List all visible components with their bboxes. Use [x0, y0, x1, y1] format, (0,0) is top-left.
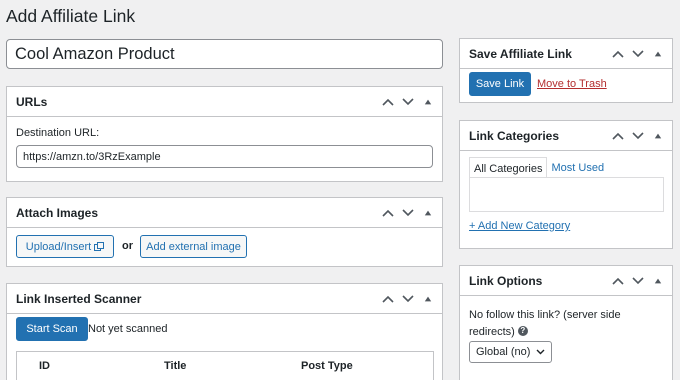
link-scanner-title: Link Inserted Scanner	[16, 292, 142, 306]
move-up-icon[interactable]	[608, 273, 628, 289]
column-post-type: Post Type	[301, 360, 353, 372]
save-link-header: Save Affiliate Link	[460, 39, 672, 69]
destination-url-label: Destination URL:	[16, 127, 100, 139]
link-title-input[interactable]	[6, 39, 443, 69]
start-scan-button[interactable]: Start Scan	[16, 317, 88, 341]
nofollow-selected-value: Global (no)	[476, 346, 531, 358]
link-options-box: Link Options No follow this link? (serve…	[459, 265, 673, 380]
or-separator: or	[122, 240, 133, 252]
move-down-icon[interactable]	[398, 205, 418, 221]
toggle-panel-icon[interactable]	[418, 94, 438, 110]
save-link-button[interactable]: Save Link	[469, 72, 531, 96]
move-to-trash-link[interactable]: Move to Trash	[537, 78, 607, 90]
link-categories-header: Link Categories	[460, 121, 672, 151]
column-id: ID	[39, 360, 50, 372]
upload-insert-label: Upload/Insert	[25, 240, 92, 253]
save-link-title: Save Affiliate Link	[469, 47, 572, 61]
link-categories-title: Link Categories	[469, 129, 560, 143]
column-title: Title	[164, 360, 187, 372]
page-title: Add Affiliate Link	[6, 6, 136, 26]
toggle-panel-icon[interactable]	[418, 205, 438, 221]
help-icon[interactable]: ?	[517, 325, 528, 336]
link-scanner-box: Link Inserted Scanner Start Scan Not yet…	[6, 283, 443, 380]
save-link-box: Save Affiliate Link Save Link Move to Tr…	[459, 38, 673, 103]
link-scanner-header: Link Inserted Scanner	[7, 284, 442, 314]
nofollow-label-wrap: No follow this link? (server side redire…	[469, 306, 659, 340]
move-up-icon[interactable]	[378, 291, 398, 307]
attach-images-header: Attach Images	[7, 198, 442, 228]
urls-box: URLs Destination URL:	[6, 86, 443, 182]
toggle-panel-icon[interactable]	[648, 46, 668, 62]
move-up-icon[interactable]	[378, 94, 398, 110]
move-down-icon[interactable]	[398, 291, 418, 307]
move-up-icon[interactable]	[608, 46, 628, 62]
add-external-image-button[interactable]: Add external image	[140, 235, 247, 258]
attach-images-title: Attach Images	[16, 206, 99, 220]
media-icon	[94, 241, 105, 251]
move-up-icon[interactable]	[378, 205, 398, 221]
destination-url-input[interactable]	[16, 145, 433, 168]
link-categories-box: Link Categories All Categories Most Used…	[459, 120, 673, 249]
move-up-icon[interactable]	[608, 128, 628, 144]
chevron-down-icon	[536, 349, 545, 355]
move-down-icon[interactable]	[628, 46, 648, 62]
toggle-panel-icon[interactable]	[648, 273, 668, 289]
scanner-table-header: ID Title Post Type	[16, 351, 434, 380]
scan-status: Not yet scanned	[88, 323, 168, 335]
add-new-category-link[interactable]: + Add New Category	[469, 220, 570, 232]
move-down-icon[interactable]	[398, 94, 418, 110]
urls-box-header: URLs	[7, 87, 442, 117]
move-down-icon[interactable]	[628, 273, 648, 289]
nofollow-label: No follow this link? (server side redire…	[469, 309, 621, 338]
toggle-panel-icon[interactable]	[418, 291, 438, 307]
nofollow-select[interactable]: Global (no)	[469, 341, 553, 363]
urls-box-title: URLs	[16, 95, 48, 109]
link-options-title: Link Options	[469, 274, 543, 288]
toggle-panel-icon[interactable]	[648, 128, 668, 144]
upload-insert-button[interactable]: Upload/Insert	[16, 235, 114, 258]
link-options-header: Link Options	[460, 266, 672, 296]
attach-images-box: Attach Images Upload/Insert or Add exter…	[6, 197, 443, 267]
move-down-icon[interactable]	[628, 128, 648, 144]
category-checklist[interactable]	[469, 177, 664, 212]
